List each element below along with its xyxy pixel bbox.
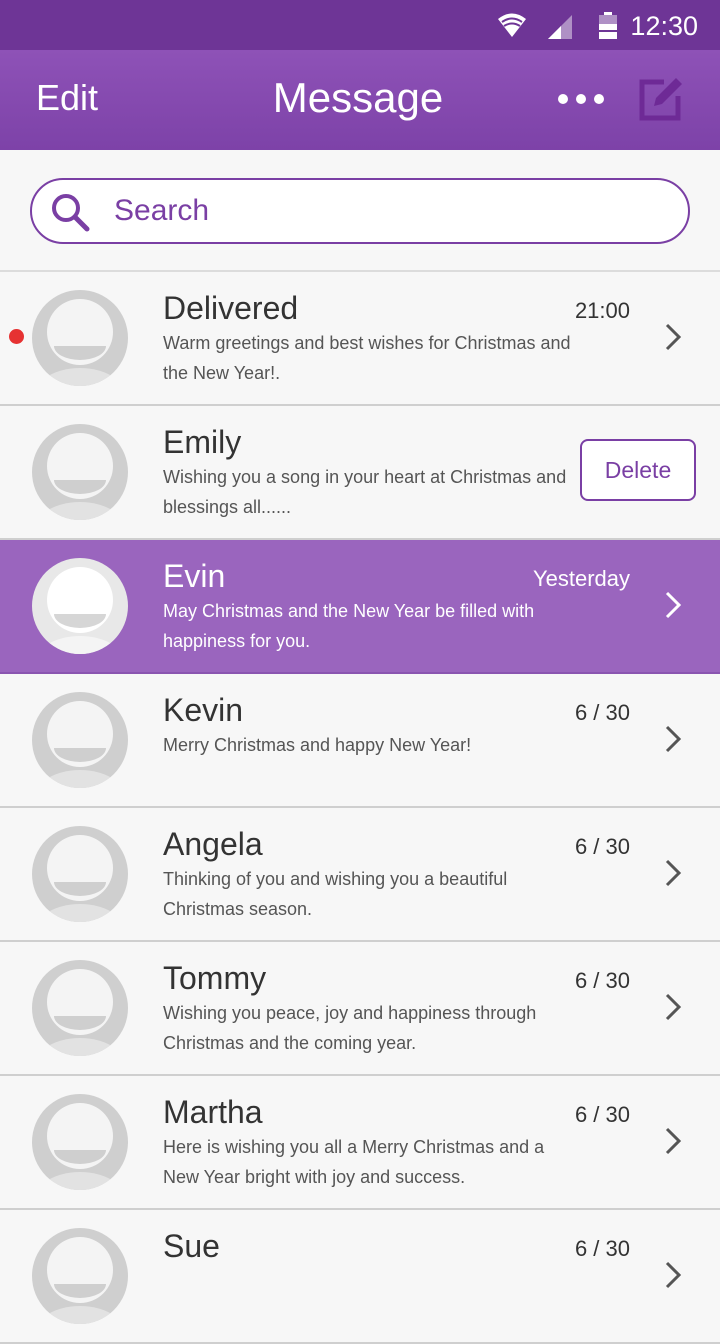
avatar <box>32 692 128 788</box>
message-row-emily[interactable]: Emily Wishing you a song in your heart a… <box>0 406 720 540</box>
message-row-delivered[interactable]: Delivered 21:00 Warm greetings and best … <box>0 272 720 406</box>
contact-name: Kevin <box>163 692 244 728</box>
delete-button[interactable]: Delete <box>580 439 696 501</box>
message-row-sue[interactable]: Sue 6 / 30 <box>0 1210 720 1344</box>
message-time: 6 / 30 <box>574 1102 630 1127</box>
chevron-right-icon[interactable] <box>663 590 683 625</box>
avatar <box>32 826 128 922</box>
message-row-kevin[interactable]: Kevin 6 / 30 Merry Christmas and happy N… <box>0 674 720 808</box>
message-row-angela[interactable]: Angela 6 / 30 Thinking of you and wishin… <box>0 808 720 942</box>
message-preview: May Christmas and the New Year be filled… <box>163 601 535 651</box>
message-time: 6 / 30 <box>574 968 630 993</box>
status-bar: 12:30 <box>0 0 720 50</box>
avatar <box>32 960 128 1056</box>
contact-name: Tommy <box>163 960 267 996</box>
avatar <box>32 1094 128 1190</box>
chevron-right-icon[interactable] <box>663 724 683 759</box>
search-box[interactable] <box>30 178 690 244</box>
message-row-tommy[interactable]: Tommy 6 / 30 Wishing you peace, joy and … <box>0 942 720 1076</box>
message-time: Yesterday <box>532 566 630 591</box>
page-title: Message <box>272 74 444 121</box>
chevron-right-icon[interactable] <box>663 1260 683 1295</box>
search-area <box>0 150 720 272</box>
message-time: 6 / 30 <box>574 834 630 859</box>
battery-icon <box>598 12 618 45</box>
message-preview: Wishing you peace, joy and happiness thr… <box>163 1003 537 1053</box>
chevron-right-icon[interactable] <box>663 992 683 1027</box>
contact-name: Sue <box>163 1228 220 1264</box>
avatar <box>32 290 128 386</box>
wifi-icon <box>497 12 527 43</box>
message-preview: Warm greetings and best wishes for Chris… <box>163 333 571 383</box>
chevron-right-icon[interactable] <box>663 322 683 357</box>
search-icon <box>50 192 90 237</box>
unread-indicator <box>9 329 24 344</box>
app-bar: Edit Message <box>0 50 720 150</box>
message-preview: Merry Christmas and happy New Year! <box>163 735 472 755</box>
contact-name: Emily <box>163 424 242 460</box>
signal-icon <box>547 14 573 45</box>
compose-icon[interactable] <box>638 76 684 127</box>
chevron-right-icon[interactable] <box>663 1126 683 1161</box>
message-row-evin[interactable]: Evin Yesterday May Christmas and the New… <box>0 540 720 674</box>
message-preview: Here is wishing you all a Merry Christma… <box>163 1137 545 1187</box>
message-time: 6 / 30 <box>574 1236 630 1261</box>
avatar <box>32 424 128 520</box>
message-list: Delivered 21:00 Warm greetings and best … <box>0 272 720 1344</box>
message-row-martha[interactable]: Martha 6 / 30 Here is wishing you all a … <box>0 1076 720 1210</box>
avatar <box>32 1228 128 1324</box>
contact-name: Evin <box>163 558 226 594</box>
status-time: 12:30 <box>630 11 698 41</box>
message-time: 21:00 <box>574 298 630 323</box>
message-preview: Thinking of you and wishing you a beauti… <box>163 869 508 919</box>
avatar <box>32 558 128 654</box>
contact-name: Delivered <box>163 290 299 326</box>
contact-name: Martha <box>163 1094 263 1130</box>
more-icon[interactable] <box>556 88 606 110</box>
contact-name: Angela <box>163 826 263 862</box>
message-preview: Wishing you a song in your heart at Chri… <box>163 467 567 517</box>
message-time: 6 / 30 <box>574 700 630 725</box>
chevron-right-icon[interactable] <box>663 858 683 893</box>
search-input[interactable] <box>112 188 656 234</box>
